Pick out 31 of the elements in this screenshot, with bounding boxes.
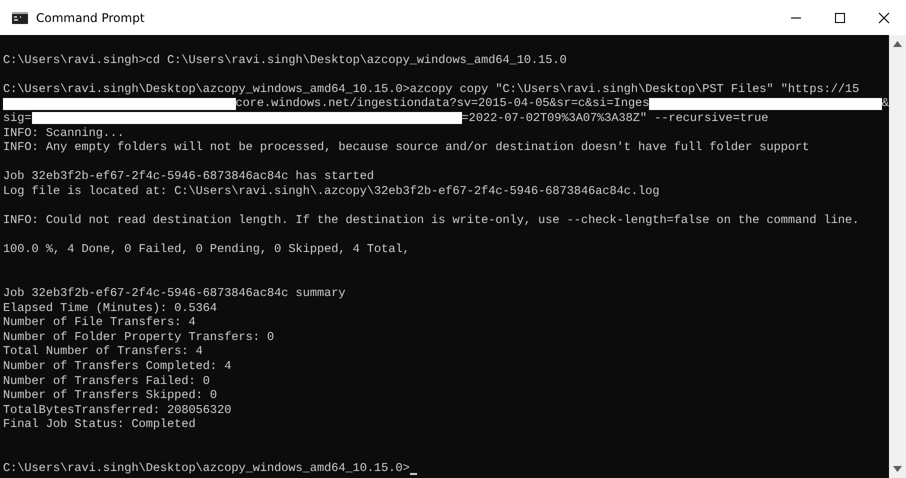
console-text: Elapsed Time (Minutes): 0.5364 xyxy=(3,300,218,316)
console-text: C:\Users\ravi.singh\Desktop\azcopy_windows_amd64_10.15.0> xyxy=(3,461,410,476)
console-text: Number of Transfers Skipped: 0 xyxy=(3,388,218,403)
console-text: =2022-07-02T09%3A07%3A38Z" --recursive=true xyxy=(462,110,768,126)
console-text: INFO: Scanning... xyxy=(3,126,124,140)
console-text: Number of Transfers Failed: 0 xyxy=(3,374,210,388)
console-text: & xyxy=(882,96,890,111)
console-icon xyxy=(12,12,28,24)
maximize-icon xyxy=(834,12,846,24)
console-text: sig= xyxy=(3,110,32,126)
scroll-up-icon[interactable] xyxy=(893,41,902,47)
console-text: Number of File Transfers: 4 xyxy=(3,315,196,330)
console-text: Number of Transfers Completed: 4 xyxy=(3,359,232,374)
console-text: core.windows.net/ingestiondata?sv=2015-04-05&sr=c&si=Inges xyxy=(236,96,650,111)
console-text: Job 32eb3f2b-ef67-2f4c-5946-6873846ac84c summary xyxy=(3,286,346,301)
console-text: TotalBytesTransferred: 208056320 xyxy=(3,402,232,418)
console-text: Total Number of Transfers: 4 xyxy=(3,344,203,360)
console-text: Job 32eb3f2b-ef67-2f4c-5946-6873846ac84c has started xyxy=(3,169,374,184)
console-text: Final Job Status: Completed xyxy=(3,417,196,432)
scroll-down-icon[interactable] xyxy=(893,466,902,472)
window-title: Command Prompt xyxy=(36,10,145,24)
console-text: Log file is located at: C:\Users\ravi.singh\.azcopy\32eb3f2b-ef67-2f4c-5946-6873846ac84c.log xyxy=(3,184,660,199)
console-text: C:\Users\ravi.singh>cd C:\Users\ravi.singh\Desktop\azcopy_windows_amd64_10.15.0 xyxy=(3,52,567,68)
console-text: 100.0 %, 4 Done, 0 Failed, 0 Pending, 0 Skipped, 4 Total, xyxy=(3,242,410,257)
minimize-icon xyxy=(791,16,801,18)
console-text: INFO: Could not read destination length. If the destination is write-only, use --check-length=false on the command line. xyxy=(3,213,860,228)
scrollbar[interactable] xyxy=(889,35,906,478)
console-text: C:\Users\ravi.singh\Desktop\azcopy_windows_amd64_10.15.0>azcopy copy "C:\Users\ravi.singh\Desktop\PST Files" "https://15 xyxy=(3,82,860,96)
console-text: INFO: Any empty folders will not be processed, because source and/or destination doesn't have full folder support xyxy=(3,140,810,155)
close-icon xyxy=(878,12,890,24)
console-text: Number of Folder Property Transfers: 0 xyxy=(3,330,274,344)
